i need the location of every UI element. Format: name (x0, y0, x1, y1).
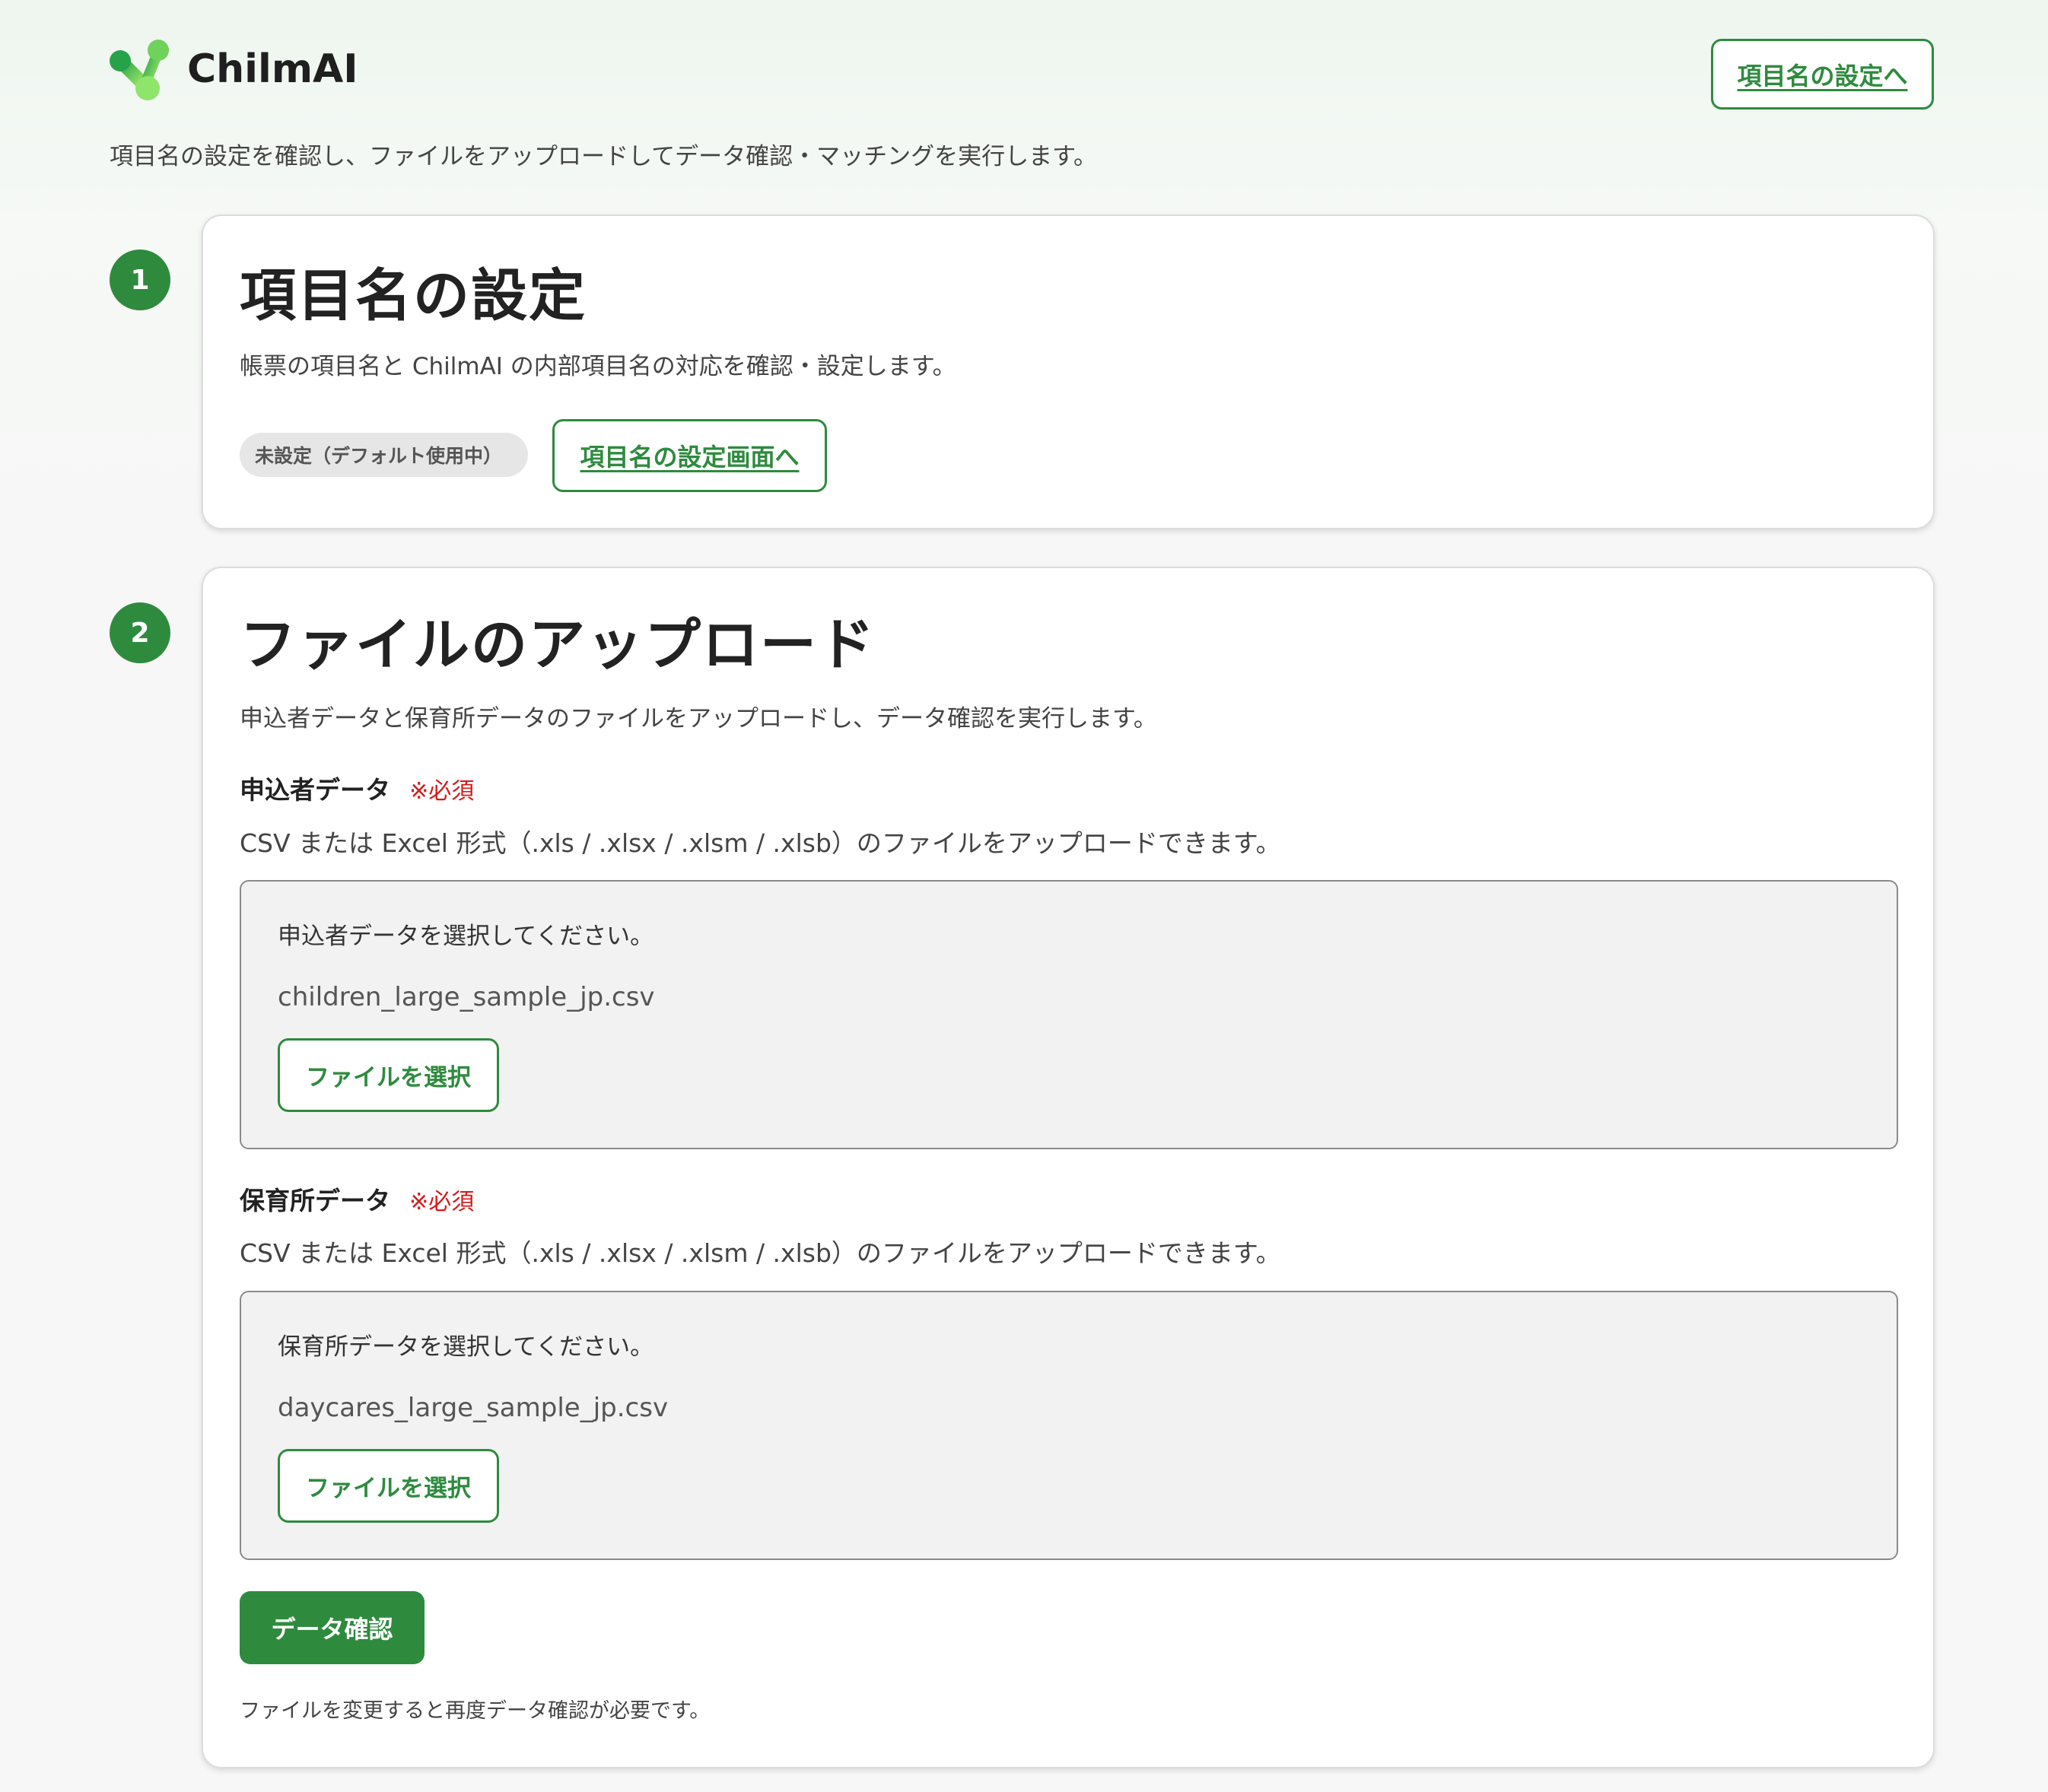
status-badge: 未設定（デフォルト使用中） (240, 433, 529, 477)
applicant-choose-file-button[interactable]: ファイルを選択 (278, 1038, 499, 1112)
reconfirm-note: ファイルを変更すると再度データ確認が必要です。 (240, 1699, 711, 1723)
applicant-upload-prompt: 申込者データを選択してください。 (278, 923, 654, 950)
daycare-selected-filename: daycares_large_sample_jp.csv (278, 1393, 669, 1423)
step-2-title: ファイルのアップロード (240, 612, 876, 678)
daycare-field-label-row: 保育所データ ※必須 (240, 1184, 474, 1219)
required-mark: ※必須 (409, 778, 475, 805)
step-1-card: 項目名の設定 帳票の項目名と ChilmAI の内部項目名の対応を確認・設定しま… (202, 214, 1935, 529)
page-intro: 項目名の設定を確認し、ファイルをアップロードしてデータ確認・マッチングを実行しま… (110, 143, 1097, 170)
data-confirm-button[interactable]: データ確認 (240, 1591, 425, 1664)
daycare-choose-file-button[interactable]: ファイルを選択 (278, 1449, 499, 1523)
step-2-card: ファイルのアップロード 申込者データと保育所データのファイルをアップロードし、デ… (202, 567, 1935, 1768)
applicant-upload-dropzone[interactable]: 申込者データを選択してください。 children_large_sample_j… (240, 880, 1898, 1149)
step-2-description: 申込者データと保育所データのファイルをアップロードし、データ確認を実行します。 (240, 705, 1157, 732)
daycare-file-hint: CSV または Excel 形式（.xls / .xlsx / .xlsm / … (240, 1238, 1281, 1268)
daycare-upload-dropzone[interactable]: 保育所データを選択してください。 daycares_large_sample_j… (240, 1291, 1898, 1560)
step-number-1: 1 (110, 249, 170, 310)
daycare-upload-prompt: 保育所データを選択してください。 (278, 1333, 654, 1361)
step-number-2: 2 (110, 602, 170, 663)
molecule-logo-icon (110, 40, 169, 100)
daycare-field-label: 保育所データ (240, 1186, 390, 1215)
settings-screen-button[interactable]: 項目名の設定画面へ (552, 419, 827, 492)
step-1-description: 帳票の項目名と ChilmAI の内部項目名の対応を確認・設定します。 (240, 353, 956, 380)
step-1-title: 項目名の設定 (240, 263, 587, 329)
applicant-field-label-row: 申込者データ ※必須 (240, 774, 474, 809)
applicant-selected-filename: children_large_sample_jp.csv (278, 982, 655, 1012)
required-mark: ※必須 (409, 1189, 475, 1215)
applicant-file-hint: CSV または Excel 形式（.xls / .xlsx / .xlsm / … (240, 828, 1281, 858)
applicant-field-label: 申込者データ (240, 775, 390, 805)
settings-link-button[interactable]: 項目名の設定へ (1711, 39, 1934, 110)
brand-name: ChilmAI (187, 46, 358, 92)
